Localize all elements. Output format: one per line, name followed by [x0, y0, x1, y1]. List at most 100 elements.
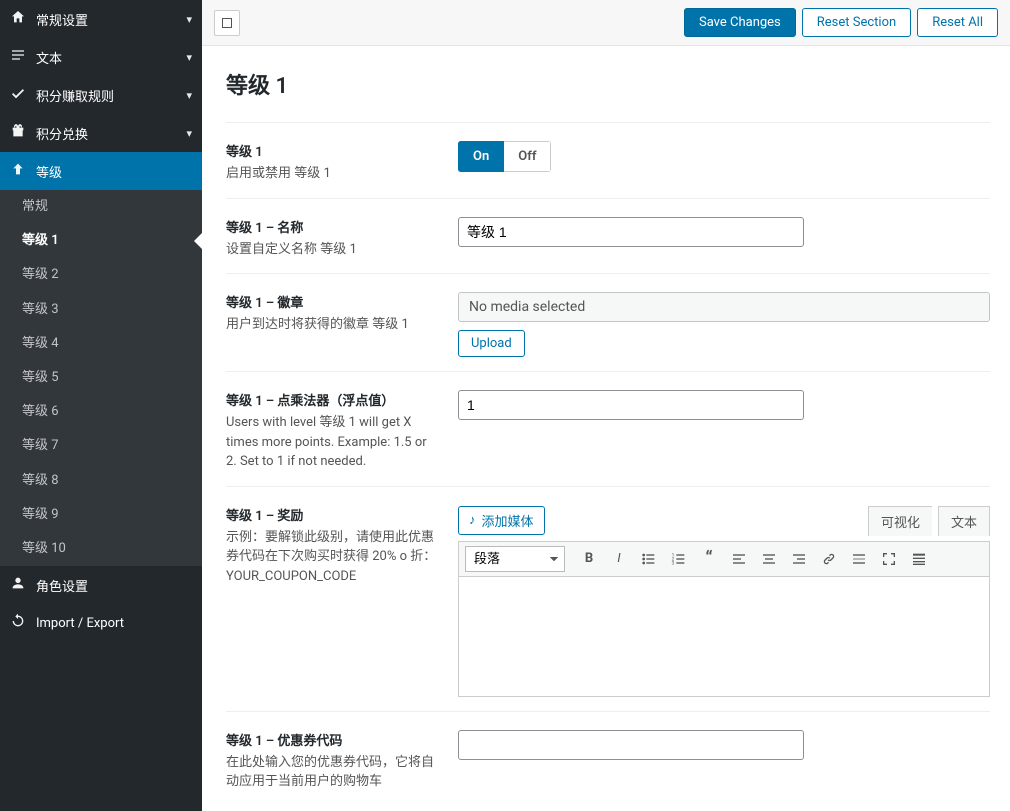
- bullet-list-button[interactable]: [635, 546, 663, 572]
- submenu-item-level-8[interactable]: 等级 8: [0, 464, 202, 498]
- fullscreen-button[interactable]: [875, 546, 903, 572]
- field-title: 等级 1 – 奖励: [226, 505, 438, 524]
- submenu-item-level-4[interactable]: 等级 4: [0, 327, 202, 361]
- field-name: 等级 1 – 名称 设置自定义名称 等级 1: [226, 198, 990, 260]
- field-desc: 在此处输入您的优惠券代码，它将自动应用于当前用户的购物车: [226, 753, 438, 792]
- sidebar-item-label: 积分赚取规则: [36, 86, 186, 105]
- link-button[interactable]: [815, 546, 843, 572]
- switch-on[interactable]: On: [458, 141, 504, 172]
- arrow-up-icon: [10, 161, 36, 181]
- content-area: Save Changes Reset Section Reset All 等级 …: [202, 0, 1010, 811]
- level-name-input[interactable]: [458, 217, 804, 247]
- submenu-label: 等级 5: [22, 370, 59, 385]
- sidebar-item-text[interactable]: 文本 ▾: [0, 38, 202, 76]
- field-desc: Users with level 等级 1 will get X times m…: [226, 413, 438, 472]
- field-multiplier: 等级 1 – 点乘法器（浮点值） Users with level 等级 1 w…: [226, 371, 990, 472]
- svg-text:3: 3: [672, 560, 675, 566]
- sync-icon: [10, 613, 36, 633]
- submenu-item-level-3[interactable]: 等级 3: [0, 293, 202, 327]
- levels-submenu: 常规 等级 1 等级 2 等级 3 等级 4 等级 5 等级 6 等级 7 等级…: [0, 190, 202, 566]
- field-reward: 等级 1 – 奖励 示例：要解锁此级别，请使用此优惠券代码在下次购买时获得 20…: [226, 486, 990, 697]
- italic-button[interactable]: I: [605, 546, 633, 572]
- chevron-down-icon: ▾: [186, 127, 192, 140]
- editor-tab-text[interactable]: 文本: [938, 506, 990, 536]
- field-title: 等级 1: [226, 141, 438, 160]
- add-media-button[interactable]: 添加媒体: [458, 506, 545, 535]
- media-placeholder: No media selected: [458, 292, 990, 322]
- field-title: 等级 1 – 优惠券代码: [226, 730, 438, 749]
- field-desc: 启用或禁用 等级 1: [226, 164, 438, 184]
- submenu-label: 等级 1: [22, 233, 59, 248]
- format-select[interactable]: 段落: [465, 546, 565, 572]
- blockquote-button[interactable]: “: [695, 546, 723, 572]
- text-icon: [10, 47, 36, 67]
- sidebar-item-label: Import / Export: [36, 616, 192, 631]
- bold-button[interactable]: B: [575, 546, 603, 572]
- sidebar-item-label: 角色设置: [36, 576, 192, 595]
- align-left-button[interactable]: [725, 546, 753, 572]
- submenu-label: 常规: [22, 199, 48, 214]
- number-list-button[interactable]: 123: [665, 546, 693, 572]
- field-desc: 设置自定义名称 等级 1: [226, 240, 438, 260]
- submenu-item-level-7[interactable]: 等级 7: [0, 429, 202, 463]
- submenu-label: 等级 8: [22, 473, 59, 488]
- submenu-label: 等级 10: [22, 541, 66, 556]
- chevron-down-icon: ▾: [186, 13, 192, 26]
- submenu-label: 等级 4: [22, 336, 59, 351]
- field-desc: 用户到达时将获得的徽章 等级 1: [226, 315, 438, 335]
- settings-sidebar: 常规设置 ▾ 文本 ▾ 积分赚取规则 ▾ 积分兑换 ▾ 等级 常规 等级 1 等…: [0, 0, 202, 811]
- sidebar-item-points-earn[interactable]: 积分赚取规则 ▾: [0, 76, 202, 114]
- submenu-label: 等级 6: [22, 404, 59, 419]
- page-title: 等级 1: [226, 68, 990, 100]
- submenu-label: 等级 9: [22, 507, 59, 522]
- coupon-code-input[interactable]: [458, 730, 804, 760]
- sidebar-item-label: 文本: [36, 48, 186, 67]
- insert-more-button[interactable]: [845, 546, 873, 572]
- toolbar-toggle-button[interactable]: [905, 546, 933, 572]
- field-desc: 示例：要解锁此级别，请使用此优惠券代码在下次购买时获得 20% o 折：YOUR…: [226, 528, 438, 587]
- check-icon: [10, 85, 36, 105]
- editor-toolbar: 段落 B I 123 “: [458, 541, 990, 577]
- sidebar-item-label: 积分兑换: [36, 124, 186, 143]
- main-panel: 等级 1 等级 1 启用或禁用 等级 1 On Off 等级 1 – 名称 设置…: [202, 46, 1010, 811]
- sidebar-item-label: 等级: [36, 162, 192, 181]
- submenu-label: 等级 7: [22, 438, 59, 453]
- submenu-item-level-1[interactable]: 等级 1: [0, 224, 202, 258]
- align-center-button[interactable]: [755, 546, 783, 572]
- align-right-button[interactable]: [785, 546, 813, 572]
- switch-off[interactable]: Off: [504, 141, 551, 172]
- field-badge: 等级 1 – 徽章 用户到达时将获得的徽章 等级 1 No media sele…: [226, 273, 990, 357]
- save-changes-button[interactable]: Save Changes: [684, 8, 796, 37]
- sidebar-item-roles[interactable]: 角色设置: [0, 566, 202, 604]
- sidebar-item-points-redeem[interactable]: 积分兑换 ▾: [0, 114, 202, 152]
- sidebar-item-general[interactable]: 常规设置 ▾: [0, 0, 202, 38]
- multiplier-input[interactable]: [458, 390, 804, 420]
- reward-editor-area[interactable]: [458, 577, 990, 697]
- sidebar-item-label: 常规设置: [36, 10, 186, 29]
- chevron-down-icon: ▾: [186, 51, 192, 64]
- field-coupon: 等级 1 – 优惠券代码 在此处输入您的优惠券代码，它将自动应用于当前用户的购物…: [226, 711, 990, 792]
- submenu-label: 等级 3: [22, 302, 59, 317]
- topbar: Save Changes Reset Section Reset All: [202, 0, 1010, 46]
- home-icon: [10, 9, 36, 29]
- chevron-down-icon: ▾: [186, 89, 192, 102]
- enable-switch[interactable]: On Off: [458, 141, 551, 172]
- submenu-item-level-5[interactable]: 等级 5: [0, 361, 202, 395]
- user-icon: [10, 575, 36, 595]
- submenu-item-general[interactable]: 常规: [0, 190, 202, 224]
- expand-collapse-button[interactable]: [214, 10, 240, 36]
- submenu-item-level-9[interactable]: 等级 9: [0, 498, 202, 532]
- field-title: 等级 1 – 名称: [226, 217, 438, 236]
- submenu-item-level-10[interactable]: 等级 10: [0, 532, 202, 566]
- gift-icon: [10, 123, 36, 143]
- editor-tab-visual[interactable]: 可视化: [868, 506, 932, 536]
- submenu-label: 等级 2: [22, 267, 59, 282]
- sidebar-item-levels[interactable]: 等级: [0, 152, 202, 190]
- reset-all-button[interactable]: Reset All: [917, 8, 998, 37]
- upload-button[interactable]: Upload: [458, 330, 525, 357]
- reset-section-button[interactable]: Reset Section: [802, 8, 911, 37]
- submenu-item-level-2[interactable]: 等级 2: [0, 258, 202, 292]
- submenu-item-level-6[interactable]: 等级 6: [0, 395, 202, 429]
- sidebar-item-import-export[interactable]: Import / Export: [0, 604, 202, 642]
- field-title: 等级 1 – 点乘法器（浮点值）: [226, 390, 438, 409]
